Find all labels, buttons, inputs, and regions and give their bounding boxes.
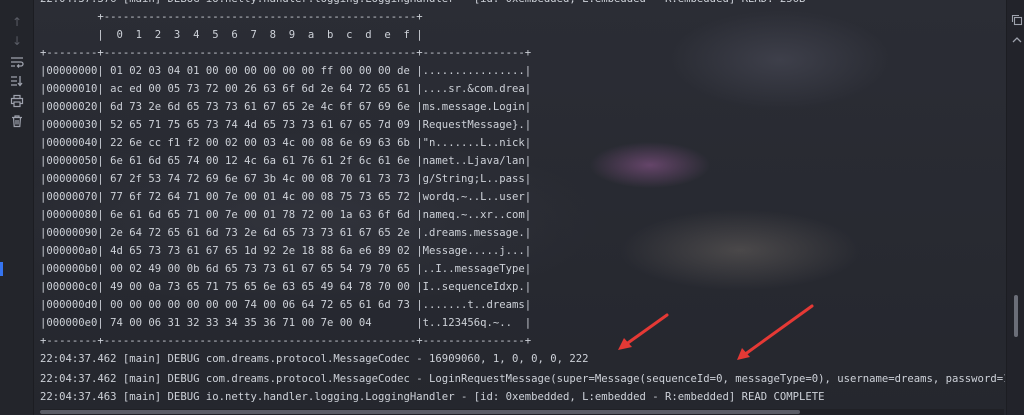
annotation-arrow: [618, 313, 669, 350]
annotation-arrow: [737, 304, 814, 360]
annotation-overlay: [618, 304, 814, 360]
